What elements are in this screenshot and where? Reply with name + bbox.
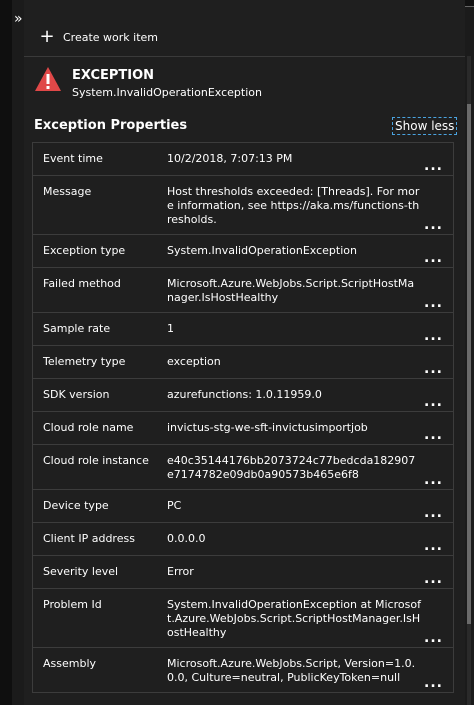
exception-header: EXCEPTION System.InvalidOperationExcepti… [32, 64, 452, 109]
property-key: Cloud role name [43, 421, 134, 434]
property-row: Failed method Microsoft.Azure.WebJobs.Scr… [33, 268, 453, 313]
property-row: Sample rate 1... [33, 313, 453, 346]
more-options-icon[interactable]: ... [424, 395, 443, 409]
toolbar: + Create work item [24, 20, 465, 57]
more-options-icon[interactable]: ... [424, 329, 443, 343]
more-options-icon[interactable]: ... [424, 539, 443, 553]
create-work-item-button[interactable]: + Create work item [39, 28, 158, 46]
expand-panel-icon[interactable]: » [14, 12, 23, 26]
property-key: Problem Id [43, 598, 102, 611]
property-row: Message Host thresholds exceeded: [Thread… [33, 176, 453, 235]
property-key: Client IP address [43, 532, 135, 545]
property-value: PC [167, 499, 182, 512]
property-key: SDK version [43, 388, 110, 401]
property-value: Error [167, 565, 194, 578]
property-row: Device type PC... [33, 490, 453, 523]
create-work-item-label: Create work item [63, 30, 159, 44]
property-value: invictus-stg-we-sft-invictusimportjob [167, 421, 368, 434]
property-key: Sample rate [43, 322, 111, 335]
more-options-icon[interactable]: ... [424, 159, 443, 173]
property-value: 1 [167, 322, 174, 335]
exception-title: EXCEPTION [72, 68, 155, 83]
property-row: Telemetry type exception... [33, 346, 453, 379]
property-row: Exception type System.InvalidOperationExc… [33, 235, 453, 268]
more-options-icon[interactable]: ... [424, 362, 443, 376]
property-key: Assembly [43, 657, 97, 670]
property-key: Exception type [43, 244, 126, 257]
property-row: Severity level Error... [33, 556, 453, 589]
more-options-icon[interactable]: ... [424, 631, 443, 645]
plus-icon: + [39, 26, 55, 47]
scrollbar-thumb[interactable] [467, 104, 471, 624]
property-row: SDK version azurefunctions: 1.0.11959.0..… [33, 379, 453, 412]
more-options-icon[interactable]: ... [424, 251, 443, 265]
property-value: System.InvalidOperationException [167, 244, 357, 257]
property-key: Device type [43, 499, 109, 512]
property-row: Problem Id System.InvalidOperationExcepti… [33, 589, 453, 648]
section-title: Exception Properties [34, 118, 188, 133]
show-less-link[interactable]: Show less [392, 117, 458, 135]
property-key: Failed method [43, 277, 121, 290]
property-value: Microsoft.Azure.WebJobs.Script.ScriptHos… [167, 277, 415, 304]
property-key: Cloud role instance [43, 454, 149, 467]
more-options-icon[interactable]: ... [424, 506, 443, 520]
more-options-icon[interactable]: ... [424, 296, 443, 310]
property-value: Host thresholds exceeded: [Threads]. For… [167, 185, 420, 226]
property-row: Cloud role instance e40c35144176bb2073724… [33, 445, 453, 490]
property-key: Message [43, 185, 92, 198]
more-options-icon[interactable]: ... [424, 473, 443, 487]
property-row: Client IP address 0.0.0.0... [33, 523, 453, 556]
property-value: Microsoft.Azure.WebJobs.Script, Version=… [167, 657, 416, 684]
property-value: 0.0.0.0 [167, 532, 206, 545]
more-options-icon[interactable]: ... [424, 428, 443, 442]
exception-details-panel: + Create work item EXCEPTION System.Inva… [24, 0, 465, 705]
properties-table: Event time 10/2/2018, 7:07:13 PM... Messag… [32, 142, 454, 693]
property-value: 10/2/2018, 7:07:13 PM [167, 152, 293, 165]
property-key: Severity level [43, 565, 119, 578]
property-value: System.InvalidOperationException at Micr… [167, 598, 421, 639]
more-options-icon[interactable]: ... [424, 676, 443, 690]
exception-type: System.InvalidOperationException [72, 86, 262, 99]
property-key: Telemetry type [43, 355, 126, 368]
more-options-icon[interactable]: ... [424, 218, 443, 232]
property-row: Event time 10/2/2018, 7:07:13 PM... [33, 143, 453, 176]
warning-icon [35, 67, 61, 91]
property-row: Assembly Microsoft.Azure.WebJobs.Script, … [33, 648, 453, 693]
left-rail [0, 0, 12, 705]
property-key: Event time [43, 152, 103, 165]
property-value: e40c35144176bb2073724c77bedcda182907e717… [167, 454, 416, 481]
property-value: exception [167, 355, 221, 368]
property-row: Cloud role name invictus-stg-we-sft-invic… [33, 412, 453, 445]
more-options-icon[interactable]: ... [424, 572, 443, 586]
property-value: azurefunctions: 1.0.11959.0 [167, 388, 322, 401]
